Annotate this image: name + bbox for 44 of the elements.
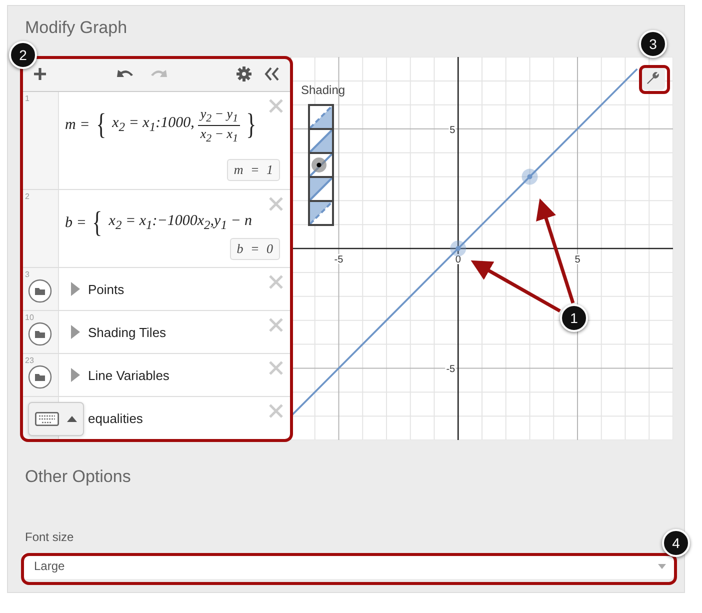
shading-tile[interactable] [308, 152, 334, 178]
value-label: b = 0 [230, 238, 280, 260]
shading-tile[interactable] [308, 104, 334, 130]
shading-tile[interactable] [308, 128, 334, 154]
line-number: 23 [25, 356, 34, 365]
settings-icon[interactable] [236, 66, 252, 82]
caret-icon [67, 416, 77, 422]
folder-label: Points [88, 282, 124, 297]
axis-tick-label: 5 [450, 124, 456, 136]
math-formula[interactable]: m = { x$_{2}$ = x$_{1}$:1000, y$_{2}$ − y$_{1}$ x$_{2}$ − x$_{1}$ } [65, 106, 264, 144]
point-marker[interactable] [522, 168, 538, 185]
folder-label: Line Variables [88, 368, 170, 383]
line-number: 10 [25, 313, 34, 322]
expand-arrow-icon[interactable] [71, 368, 80, 382]
math-formula[interactable]: b = { x$_{2}$ = x$_{1}$:−1000x$_{2}$,y$_{1}$ − n [65, 208, 264, 238]
point-marker[interactable] [450, 240, 466, 256]
axis-tick-label: 5 [574, 254, 580, 266]
folder-icon[interactable] [28, 365, 52, 389]
line-number: 1 [25, 94, 30, 103]
dropdown-caret-icon [658, 564, 666, 568]
line-number: 2 [25, 192, 30, 201]
folder-label: equalities [88, 411, 143, 426]
section-title: Modify Graph [24, 17, 128, 39]
wrench-icon [646, 71, 660, 85]
keyboard-toggle-button[interactable] [28, 402, 84, 436]
expand-arrow-icon[interactable] [71, 282, 80, 296]
legend-title: Shading [301, 83, 346, 97]
collapse-icon[interactable] [264, 67, 280, 81]
axis-tick-label: -5 [446, 364, 456, 376]
shading-tile[interactable] [308, 200, 334, 226]
folder-icon[interactable] [28, 322, 52, 346]
folder-icon[interactable] [28, 279, 52, 303]
shading-tile[interactable] [308, 176, 334, 202]
highlight-outline [639, 65, 670, 94]
folder-label: Shading Tiles [88, 325, 166, 340]
field-label: Font size [25, 530, 75, 544]
expand-arrow-icon[interactable] [71, 325, 80, 339]
add-icon[interactable] [32, 66, 48, 82]
section-title: Other Options [24, 466, 132, 488]
value-label: m = 1 [226, 159, 280, 181]
axis-tick-label: -5 [334, 254, 344, 266]
keyboard-icon [35, 412, 59, 426]
plot-line[interactable] [291, 68, 638, 417]
line-number: 3 [25, 270, 30, 279]
